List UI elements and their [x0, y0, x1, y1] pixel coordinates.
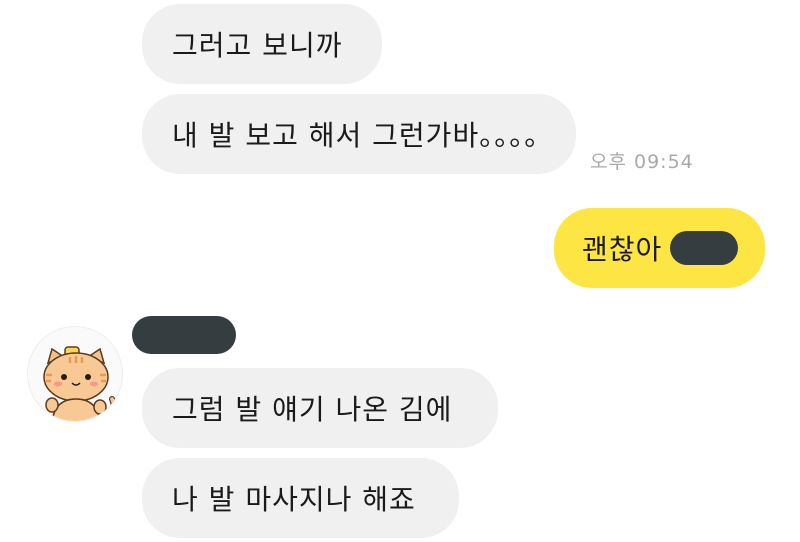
- message-text: 내 발 보고 해서 그런가바。。。。: [172, 119, 554, 152]
- cat-avatar-icon: [43, 346, 117, 421]
- message-bubble-incoming[interactable]: 내 발 보고 해서 그런가바。。。。: [142, 94, 576, 174]
- redacted-name: [670, 231, 739, 265]
- message-bubble-outgoing[interactable]: 괜찮아: [554, 208, 765, 288]
- message-bubble-incoming[interactable]: 나 발 마사지나 해죠: [142, 458, 459, 538]
- contact-avatar[interactable]: [27, 326, 123, 422]
- message-bubble-incoming[interactable]: 그럼 발 얘기 나온 김에: [142, 368, 498, 448]
- message-bubble-incoming[interactable]: 그러고 보니까: [142, 4, 382, 84]
- chat-screen: 그러고 보니까 내 발 보고 해서 그런가바。。。。 오후 09:54 괜찮아: [0, 0, 800, 542]
- message-text: 그럼 발 얘기 나온 김에: [172, 393, 453, 426]
- message-text: 그러고 보니까: [172, 29, 343, 62]
- message-text: 괜찮아: [582, 233, 663, 266]
- message-timestamp: 오후 09:54: [590, 151, 694, 173]
- message-text: 나 발 마사지나 해죠: [172, 483, 416, 516]
- redacted-contact-name: [132, 316, 236, 354]
